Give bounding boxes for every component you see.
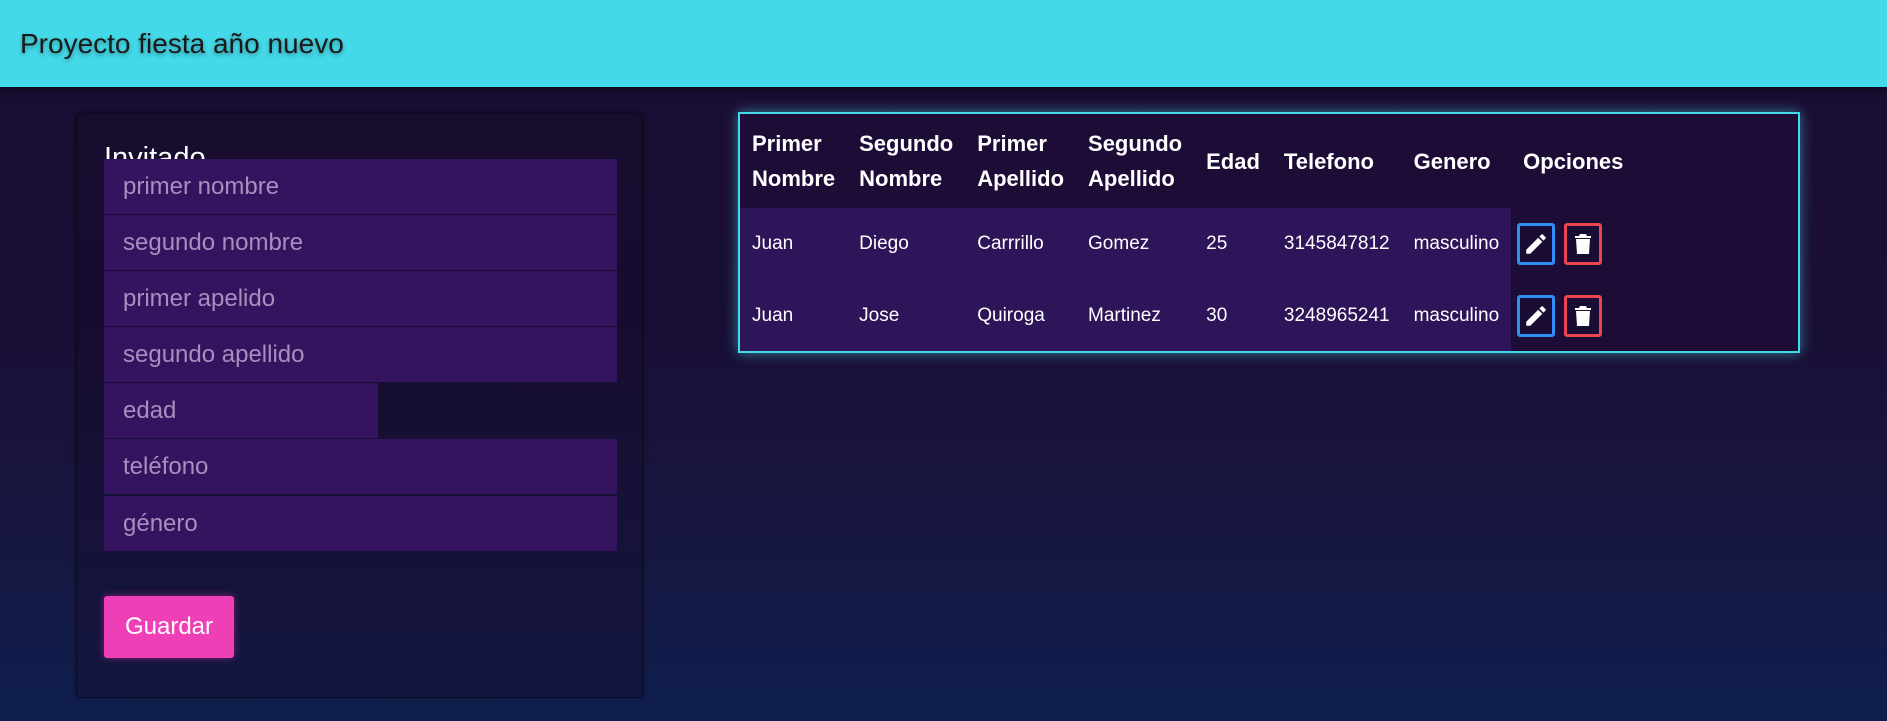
save-button[interactable]: Guardar	[104, 596, 234, 658]
table-row: Juan Diego Carrrillo Gomez 25 3145847812…	[740, 208, 1636, 280]
header-primer-nombre: Primer Nombre	[752, 131, 836, 191]
cell-segundo-nombre: Jose	[847, 280, 966, 351]
primer-nombre-input[interactable]	[104, 159, 617, 214]
cell-genero: masculino	[1401, 208, 1512, 280]
edad-input[interactable]	[104, 383, 378, 438]
header-opciones: Opciones	[1523, 148, 1624, 174]
delete-button[interactable]	[1564, 223, 1603, 265]
header-primer-apellido: Primer Apellido	[977, 131, 1065, 191]
pencil-icon	[1526, 234, 1546, 254]
cell-telefono: 3145847812	[1271, 208, 1402, 280]
trash-icon	[1575, 234, 1592, 254]
guest-table: Primer Nombre Segundo Nombre Primer Apellid…	[740, 114, 1636, 351]
navbar: Proyecto fiesta año nuevo	[0, 0, 1887, 87]
cell-primer-nombre: Juan	[740, 280, 848, 351]
cell-segundo-nombre: Diego	[847, 208, 966, 280]
segundo-nombre-input[interactable]	[104, 215, 617, 270]
header-segundo-apellido: Segundo Apellido	[1088, 131, 1183, 191]
cell-opciones	[1511, 208, 1636, 280]
genero-input[interactable]	[104, 496, 617, 551]
cell-primer-nombre: Juan	[740, 208, 848, 280]
header-segundo-nombre: Segundo Nombre	[859, 131, 954, 191]
header-genero: Genero	[1413, 148, 1491, 174]
table-header-row: Primer Nombre Segundo Nombre Primer Apellid…	[740, 114, 1635, 208]
cell-primer-apellido: Quiroga	[965, 280, 1077, 351]
cell-segundo-apellido: Martinez	[1076, 280, 1195, 351]
cell-edad: 30	[1194, 280, 1272, 351]
app-title: Proyecto fiesta año nuevo	[20, 27, 344, 59]
edit-button[interactable]	[1517, 223, 1556, 265]
edit-button[interactable]	[1517, 295, 1556, 337]
primer-apellido-input[interactable]	[104, 271, 617, 326]
header-telefono: Telefono	[1283, 148, 1374, 174]
pencil-icon	[1526, 306, 1546, 326]
header-edad: Edad	[1206, 148, 1260, 174]
segundo-apellido-input[interactable]	[104, 327, 617, 382]
delete-button[interactable]	[1564, 295, 1603, 337]
cell-opciones	[1511, 280, 1636, 351]
cell-edad: 25	[1194, 208, 1272, 280]
cell-genero: masculino	[1401, 280, 1512, 351]
telefono-input[interactable]	[104, 439, 617, 494]
cell-telefono: 3248965241	[1271, 280, 1402, 351]
table-row: Juan Jose Quiroga Martinez 30 3248965241…	[740, 280, 1636, 351]
trash-icon	[1575, 306, 1592, 326]
cell-primer-apellido: Carrrillo	[965, 208, 1077, 280]
guest-form: Invitado Guardar	[76, 113, 643, 698]
cell-segundo-apellido: Gomez	[1076, 208, 1195, 280]
guest-table-container: Primer Nombre Segundo Nombre Primer Apellid…	[738, 112, 1800, 353]
